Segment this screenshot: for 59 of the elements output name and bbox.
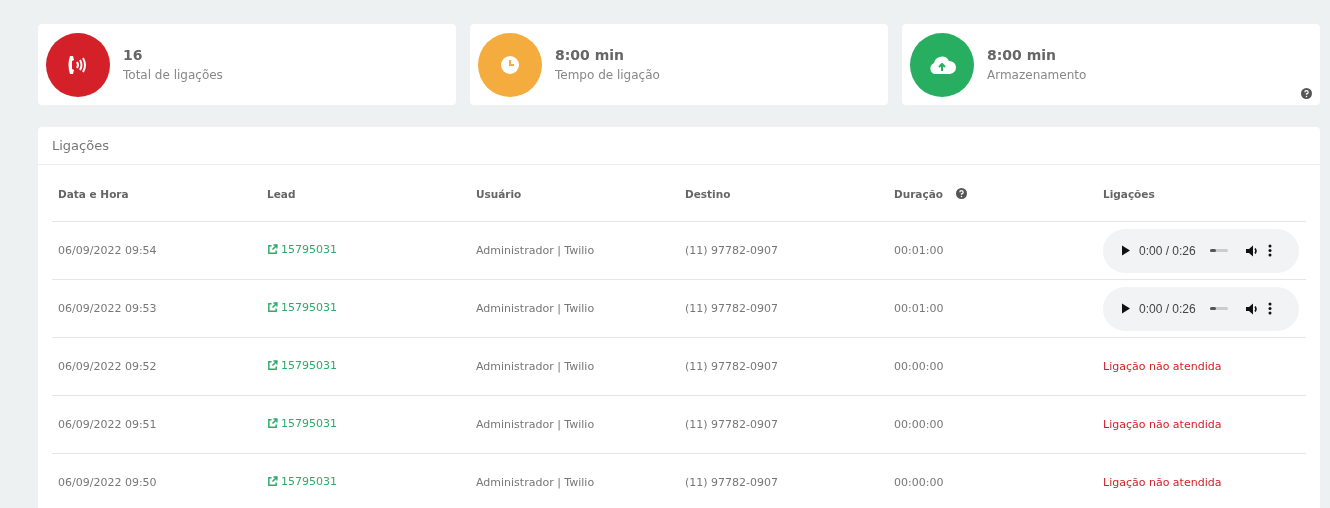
stat-label: Tempo de ligação (555, 68, 660, 82)
column-header: Ligações (1103, 187, 1155, 200)
table-cell: Administrador | Twilio (476, 476, 595, 489)
volume-icon[interactable] (1245, 302, 1260, 315)
column-header: Lead (267, 187, 296, 200)
table-cell: 00:01:00 (894, 244, 944, 257)
lead-link[interactable]: 15795031 (267, 301, 337, 314)
missed-call-status: Ligação não atendida (1103, 360, 1222, 373)
external-link-icon[interactable] (267, 302, 278, 313)
lead-link[interactable]: 15795031 (267, 475, 337, 488)
playback-time: 0:00 / 0:26 (1139, 243, 1196, 258)
stat-value: 8:00 min (555, 47, 626, 63)
table-cell: Administrador | Twilio (476, 244, 595, 257)
progress-slider[interactable] (1209, 249, 1228, 252)
column-header: Usuário (476, 187, 522, 200)
volume-icon[interactable] (1245, 244, 1260, 257)
external-link-icon[interactable] (267, 244, 278, 255)
table-cell: Administrador | Twilio (476, 302, 595, 315)
clock-icon (499, 53, 521, 76)
column-header: Data e Hora (58, 187, 129, 200)
panel-title: Ligações (52, 138, 109, 153)
table-cell: 00:01:00 (894, 302, 944, 315)
column-header: Destino (685, 187, 731, 200)
table-cell: Administrador | Twilio (476, 360, 595, 373)
play-button[interactable] (1121, 245, 1131, 256)
table-cell: 06/09/2022 09:51 (58, 418, 157, 431)
help-icon[interactable] (956, 188, 967, 199)
table-cell: 00:00:00 (894, 476, 944, 489)
lead-link[interactable]: 15795031 (267, 417, 337, 430)
table-cell: 00:00:00 (894, 418, 944, 431)
lead-link[interactable]: 15795031 (267, 359, 337, 372)
table-cell: (11) 97782-0907 (685, 476, 779, 489)
table-cell: (11) 97782-0907 (685, 418, 779, 431)
missed-call-status: Ligação não atendida (1103, 476, 1222, 489)
table-cell: (11) 97782-0907 (685, 244, 779, 257)
lead-link[interactable]: 15795031 (267, 243, 337, 256)
external-link-icon[interactable] (267, 360, 278, 371)
missed-call-status: Ligação não atendida (1103, 418, 1222, 431)
table-cell: (11) 97782-0907 (685, 360, 779, 373)
stat-label: Total de ligações (123, 68, 223, 82)
stat-value: 16 (123, 47, 144, 63)
more-options-icon[interactable] (1267, 302, 1272, 315)
table-cell: 00:00:00 (894, 360, 944, 373)
progress-slider[interactable] (1209, 307, 1228, 310)
stat-value: 8:00 min (987, 47, 1058, 63)
column-header: Duração (894, 187, 944, 200)
table-cell: Administrador | Twilio (476, 418, 595, 431)
table-cell: 06/09/2022 09:54 (58, 244, 157, 257)
table-cell: 06/09/2022 09:52 (58, 360, 157, 373)
more-options-icon[interactable] (1267, 244, 1272, 257)
external-link-icon[interactable] (267, 418, 278, 429)
table-cell: 06/09/2022 09:50 (58, 476, 157, 489)
table-cell: (11) 97782-0907 (685, 302, 779, 315)
play-button[interactable] (1121, 303, 1131, 314)
help-icon[interactable] (1301, 88, 1312, 99)
stat-label: Armazenamento (987, 68, 1087, 82)
table-cell: 06/09/2022 09:53 (58, 302, 157, 315)
playback-time: 0:00 / 0:26 (1139, 301, 1196, 316)
external-link-icon[interactable] (267, 476, 278, 487)
